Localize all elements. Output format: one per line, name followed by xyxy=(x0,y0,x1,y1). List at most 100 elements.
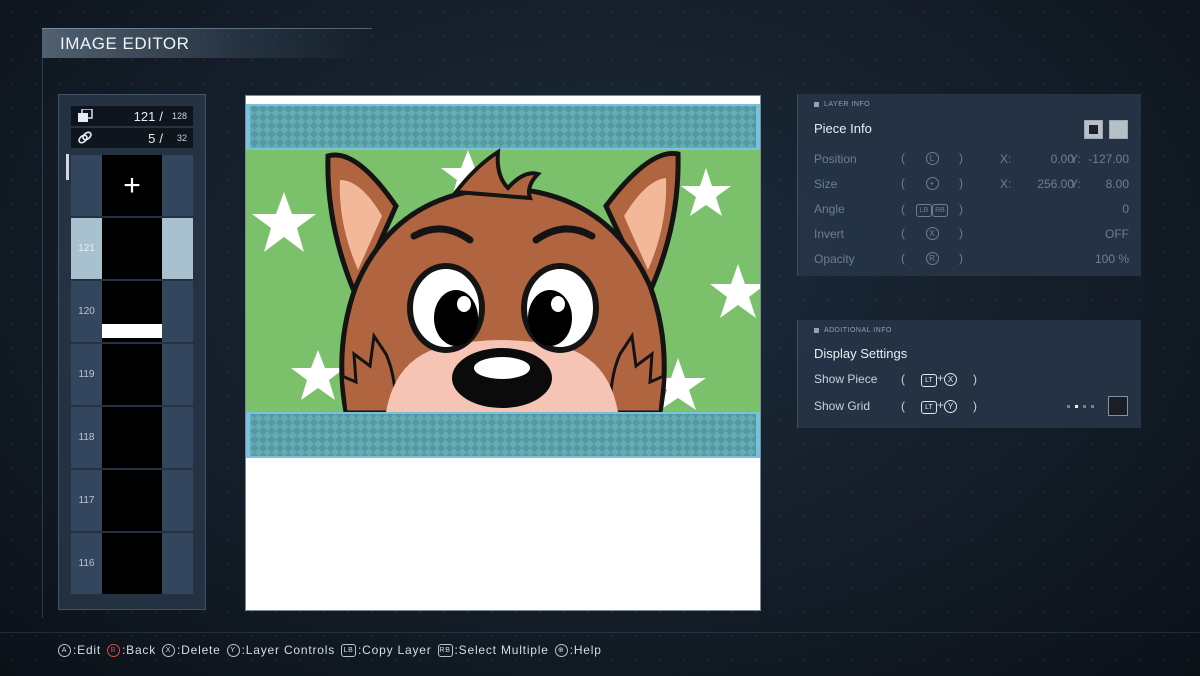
size-x-label: X: xyxy=(1000,177,1012,191)
layer-count: 5 xyxy=(148,130,156,146)
layer-thumbnail xyxy=(102,344,162,405)
help-edit[interactable]: A:Edit xyxy=(58,643,101,657)
nose-highlight xyxy=(474,357,530,379)
layer-thumbnail xyxy=(102,407,162,468)
grid-size-indicator[interactable] xyxy=(1067,405,1094,408)
layer-number: 117 xyxy=(78,495,95,506)
display-settings-title: Display Settings xyxy=(814,346,908,361)
layer-counter: 5/ 32 xyxy=(71,128,193,148)
piece-max: 128 xyxy=(171,111,187,121)
layer-scrollbar[interactable] xyxy=(66,154,69,180)
canvas-artwork xyxy=(246,104,760,458)
layer-thumbnail xyxy=(102,281,162,342)
view-button-icon: ⊕ xyxy=(554,643,568,657)
bottom-divider xyxy=(0,632,1200,633)
opacity-label: Opacity xyxy=(814,252,855,266)
layer-thumbnail xyxy=(102,470,162,531)
layer-info-header-text: LAYER INFO xyxy=(824,101,871,108)
add-layer-button[interactable]: + xyxy=(102,155,162,216)
y-button-icon: Y xyxy=(944,400,957,413)
layer-info-panel: LAYER INFO Piece Info Position ( L ) X: … xyxy=(797,94,1141,276)
opacity-row[interactable]: Opacity ( R ) 100 % xyxy=(814,251,1129,269)
angle-label: Angle xyxy=(814,202,845,216)
size-row[interactable]: Size ( + ) X: 256.00 Y: 8.00 xyxy=(814,176,1129,194)
right-pupil xyxy=(528,290,572,346)
link-icon xyxy=(78,131,92,144)
bottom-checker-band xyxy=(250,414,756,456)
help-copy-layer[interactable]: LB:Copy Layer xyxy=(341,643,432,657)
pieces-icon xyxy=(78,109,93,122)
foreground-color-swatch[interactable] xyxy=(1084,120,1103,139)
grid-color-swatch[interactable] xyxy=(1108,396,1128,416)
layer-number: 120 xyxy=(78,306,95,317)
grid-dot xyxy=(1067,405,1070,408)
additional-info-header-text: ADDITIONAL INFO xyxy=(824,327,892,334)
opacity-control: ( R ) xyxy=(901,251,963,265)
help-back[interactable]: B:Back xyxy=(107,643,156,657)
layer-row[interactable]: 116 xyxy=(71,533,193,594)
help-layer-controls[interactable]: Y:Layer Controls xyxy=(226,643,335,657)
angle-value: 0 xyxy=(1122,202,1129,216)
editor-canvas[interactable] xyxy=(245,95,761,611)
layer-list: + 121 120 119 118 117 116 xyxy=(71,155,193,596)
layer-row[interactable]: 117 xyxy=(71,470,193,531)
layer-number: 118 xyxy=(78,432,95,443)
lb-button-icon: LB xyxy=(916,204,932,217)
background-color-swatch[interactable] xyxy=(1109,120,1128,139)
show-piece-label: Show Piece xyxy=(814,372,878,386)
layer-panel: 121/ 128 5/ 32 + 121 120 119 118 117 116 xyxy=(58,94,206,610)
piece-count: 121 xyxy=(133,108,156,124)
show-grid-control: ( LT + Y ) xyxy=(901,398,977,414)
piece-counter: 121/ 128 xyxy=(71,106,193,126)
layer-info-header: LAYER INFO xyxy=(814,101,870,108)
fox-character xyxy=(325,148,681,415)
add-layer-row[interactable]: + xyxy=(71,155,193,216)
angle-row[interactable]: Angle ( LB RB ) 0 xyxy=(814,201,1129,219)
x-button-icon: X xyxy=(162,643,176,657)
show-piece-row[interactable]: Show Piece ( LT + X ) xyxy=(814,371,1129,389)
x-button-icon: X xyxy=(944,373,957,386)
position-row[interactable]: Position ( L ) X: 0.00 Y: -127.00 xyxy=(814,151,1129,169)
help-help[interactable]: ⊕:Help xyxy=(554,643,602,657)
layer-row[interactable]: 121 xyxy=(71,218,193,279)
right-stick-icon: R xyxy=(925,251,939,265)
help-delete-label: :Delete xyxy=(177,643,221,657)
help-delete[interactable]: X:Delete xyxy=(162,643,221,657)
plus-sign: + xyxy=(936,371,944,385)
lt-button-icon: LT xyxy=(920,374,937,387)
left-eye-shine xyxy=(457,296,471,312)
dpad-icon: + xyxy=(925,176,939,190)
layer-thumbnail xyxy=(102,218,162,279)
grid-dot xyxy=(1091,405,1094,408)
invert-control: ( X ) xyxy=(901,226,963,240)
position-y-value: -127.00 xyxy=(1088,152,1129,166)
lb-button-icon: LB xyxy=(341,643,357,657)
y-button-icon: Y xyxy=(226,643,240,657)
layer-row[interactable]: 119 xyxy=(71,344,193,405)
layer-row[interactable]: 120 xyxy=(71,281,193,342)
a-button-icon: A xyxy=(58,643,71,657)
invert-label: Invert xyxy=(814,227,845,241)
show-piece-control: ( LT + X ) xyxy=(901,371,977,387)
layer-row[interactable]: 118 xyxy=(71,407,193,468)
lt-button-icon: LT xyxy=(920,401,937,414)
help-select-multiple[interactable]: RB:Select Multiple xyxy=(437,643,549,657)
angle-control: ( LB RB ) xyxy=(901,202,963,217)
size-control: ( + ) xyxy=(901,176,963,190)
invert-row[interactable]: Invert ( X ) OFF xyxy=(814,226,1129,244)
size-x-value: 256.00 xyxy=(1037,177,1074,191)
b-button-icon: B xyxy=(107,643,121,657)
size-y-value: 8.00 xyxy=(1105,177,1129,191)
position-label: Position xyxy=(814,152,857,166)
size-label: Size xyxy=(814,177,838,191)
layer-number: 119 xyxy=(78,369,95,380)
left-pupil xyxy=(434,290,478,346)
grid-dot-active xyxy=(1075,405,1078,408)
invert-value: OFF xyxy=(1105,227,1129,241)
help-back-label: :Back xyxy=(122,643,157,657)
help-copy-layer-label: :Copy Layer xyxy=(358,643,432,657)
thumbnail-bar xyxy=(102,324,162,338)
rb-button-icon: RB xyxy=(437,643,453,657)
top-checker-band xyxy=(250,106,756,148)
piece-info-title: Piece Info xyxy=(814,121,872,136)
